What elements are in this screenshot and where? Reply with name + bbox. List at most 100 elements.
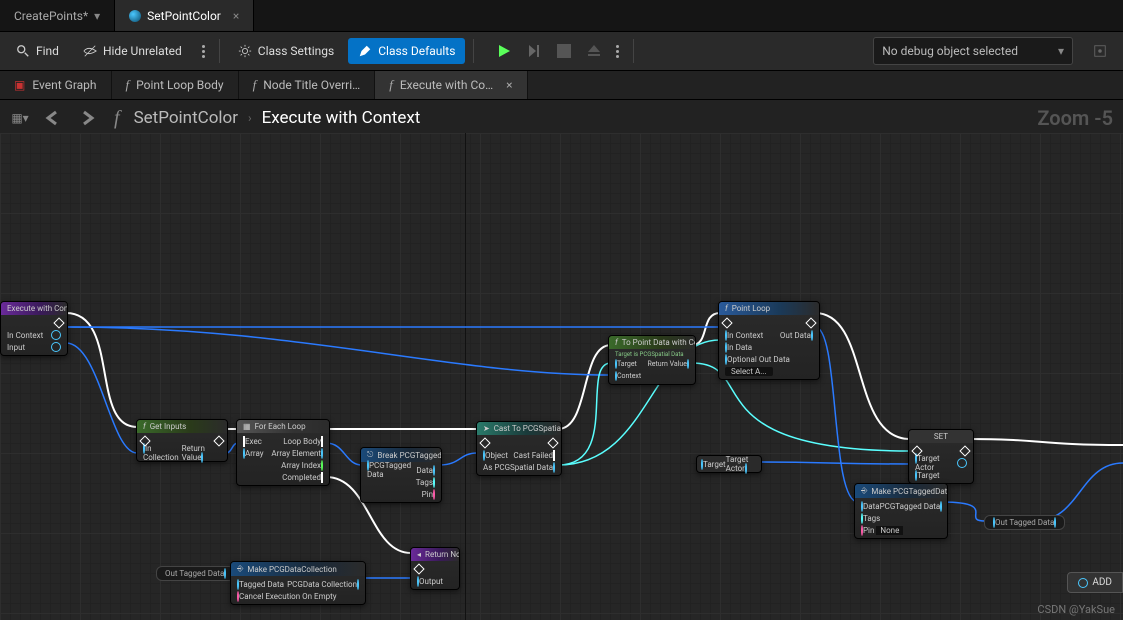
node-header: ⎋ Break PCGTaggedData bbox=[361, 448, 441, 462]
node-make-pcgtaggeddata[interactable]: ⎆ Make PCGTaggedData DataPCGTagged Data … bbox=[854, 483, 948, 539]
label: Node Title Overri… bbox=[263, 78, 360, 92]
pin[interactable] bbox=[224, 568, 226, 579]
stop-button[interactable] bbox=[550, 37, 578, 65]
pin[interactable] bbox=[805, 317, 816, 328]
graph-tab-pointloop[interactable]: f Point Loop Body bbox=[112, 71, 239, 99]
node-point-loop[interactable]: f Point Loop In ContextOut Data In Data … bbox=[718, 301, 820, 380]
pin[interactable] bbox=[811, 330, 813, 341]
node-set[interactable]: SET Target Actor Target bbox=[908, 429, 974, 484]
pencil-icon bbox=[358, 44, 372, 58]
forward-button[interactable] bbox=[76, 106, 100, 130]
pin[interactable] bbox=[479, 437, 490, 448]
node-header: ➤ Cast To PCGSpatialData bbox=[477, 422, 561, 435]
locate-icon bbox=[1093, 44, 1107, 58]
node-get-inputs[interactable]: fGet Inputs In CollectionReturn Value bbox=[136, 419, 228, 462]
pin[interactable] bbox=[959, 445, 970, 456]
pin[interactable] bbox=[321, 460, 323, 471]
label: Event Graph bbox=[32, 78, 96, 92]
play-button[interactable] bbox=[490, 37, 518, 65]
pin[interactable] bbox=[433, 465, 435, 476]
divider bbox=[473, 39, 474, 63]
node-make-pcgdatacollection[interactable]: ⎆ Make PCGDataCollection Tagged DataPCGD… bbox=[230, 561, 366, 605]
label: Find bbox=[36, 44, 59, 58]
graph-tab-eventgraph[interactable]: ▣ Event Graph bbox=[0, 71, 112, 99]
gear-icon bbox=[238, 44, 252, 58]
chevron-down-icon: ▾ bbox=[94, 9, 100, 23]
pin[interactable] bbox=[553, 462, 555, 473]
node-foreach-loop[interactable]: ▦ For Each Loop ExecLoop Body ArrayArray… bbox=[236, 419, 330, 486]
node-header: SET bbox=[909, 430, 973, 443]
label: Point Loop Body bbox=[136, 78, 223, 92]
breadcrumb-leaf[interactable]: Execute with Context bbox=[262, 108, 421, 128]
pin[interactable] bbox=[413, 563, 424, 574]
node-break-pcgtaggeddata[interactable]: ⎋ Break PCGTaggedData PCGTagged DataData… bbox=[360, 447, 442, 503]
node-header: Execute with Context bbox=[1, 302, 67, 315]
pin[interactable] bbox=[51, 342, 61, 352]
debug-object-select[interactable]: No debug object selected ▾ bbox=[873, 37, 1073, 65]
node-header: fGet Inputs bbox=[137, 420, 227, 433]
node-header: f To Point Data with Context bbox=[609, 336, 695, 349]
pin[interactable] bbox=[357, 579, 359, 590]
pin[interactable] bbox=[201, 452, 203, 463]
pin[interactable] bbox=[957, 458, 967, 468]
history-button[interactable]: ▦▾ bbox=[8, 106, 32, 130]
close-icon[interactable]: × bbox=[506, 78, 512, 92]
eject-button[interactable] bbox=[580, 37, 608, 65]
asset-tab-setpointcolor[interactable]: SetPointColor × bbox=[115, 0, 254, 31]
asset-tab-createpoints[interactable]: CreatePoints* ▾ bbox=[0, 0, 115, 31]
pin-label: In Collection bbox=[143, 444, 179, 462]
pin[interactable] bbox=[721, 317, 732, 328]
pin[interactable] bbox=[51, 330, 61, 340]
select-asset[interactable]: Select A... bbox=[725, 367, 773, 376]
back-button[interactable] bbox=[42, 106, 66, 130]
variable-out-tagged-data[interactable]: Out Tagged Data bbox=[984, 515, 1065, 530]
pin[interactable] bbox=[321, 448, 323, 459]
graph-tab-execute[interactable]: f Execute with Co… × bbox=[375, 71, 527, 99]
overflow-button[interactable] bbox=[196, 39, 211, 64]
node-header: ⎆ Make PCGTaggedData bbox=[855, 484, 947, 498]
pin[interactable] bbox=[433, 489, 435, 500]
variable-out-tagged-data-left[interactable]: Out Tagged Data bbox=[156, 566, 235, 581]
toolbar: Find Hide Unrelated Class Settings Class… bbox=[0, 32, 1123, 71]
pin[interactable] bbox=[433, 477, 435, 488]
node-header: ⎆ Make PCGDataCollection bbox=[231, 562, 365, 576]
breadcrumb-root[interactable]: SetPointColor bbox=[134, 108, 238, 128]
pin[interactable] bbox=[940, 501, 942, 512]
node-cast-pcgspatialdata[interactable]: ➤ Cast To PCGSpatialData ObjectCast Fail… bbox=[476, 421, 562, 476]
hide-unrelated-button[interactable]: Hide Unrelated bbox=[73, 38, 192, 64]
node-execute-with-context[interactable]: Execute with Context In Context Input bbox=[0, 301, 68, 356]
node-topointdata[interactable]: f To Point Data with Context Target is P… bbox=[608, 335, 696, 385]
pin[interactable] bbox=[687, 359, 689, 369]
tab-label: CreatePoints* bbox=[14, 9, 88, 23]
class-settings-button[interactable]: Class Settings bbox=[228, 38, 344, 64]
pin[interactable] bbox=[321, 472, 323, 483]
label: Hide Unrelated bbox=[103, 44, 182, 58]
graph-tab-nodetitle[interactable]: f Node Title Overri… bbox=[239, 71, 376, 99]
function-icon: f bbox=[126, 77, 130, 93]
asset-tab-bar: CreatePoints* ▾ SetPointColor × bbox=[0, 0, 1123, 32]
debug-find-button[interactable] bbox=[1083, 38, 1117, 64]
close-icon[interactable]: × bbox=[233, 9, 239, 23]
pin[interactable] bbox=[547, 437, 558, 448]
node-target[interactable]: TargetTarget Actor bbox=[696, 455, 762, 473]
pin[interactable] bbox=[321, 436, 323, 447]
pin-value[interactable]: None bbox=[876, 526, 903, 535]
watermark: CSDN @YakSue bbox=[1037, 603, 1115, 616]
function-icon: f bbox=[253, 77, 257, 93]
pin[interactable] bbox=[1054, 517, 1056, 528]
node-header: f Point Loop bbox=[719, 302, 819, 315]
node-return[interactable]: ◂ Return Node Output bbox=[410, 547, 460, 590]
step-button[interactable] bbox=[520, 37, 548, 65]
pin[interactable] bbox=[553, 450, 555, 461]
wires bbox=[0, 133, 1123, 620]
pin[interactable] bbox=[745, 463, 747, 474]
add-array-button[interactable]: ADD bbox=[1067, 572, 1123, 593]
find-button[interactable]: Find bbox=[6, 38, 69, 64]
blueprint-icon bbox=[129, 10, 141, 22]
class-defaults-button[interactable]: Class Defaults bbox=[348, 38, 465, 64]
play-overflow[interactable] bbox=[610, 39, 625, 64]
pin[interactable] bbox=[1078, 578, 1088, 588]
exec-out-pin[interactable] bbox=[53, 317, 64, 328]
graph-canvas[interactable]: Execute with Context In Context Input fG… bbox=[0, 133, 1123, 620]
play-controls bbox=[490, 37, 625, 65]
